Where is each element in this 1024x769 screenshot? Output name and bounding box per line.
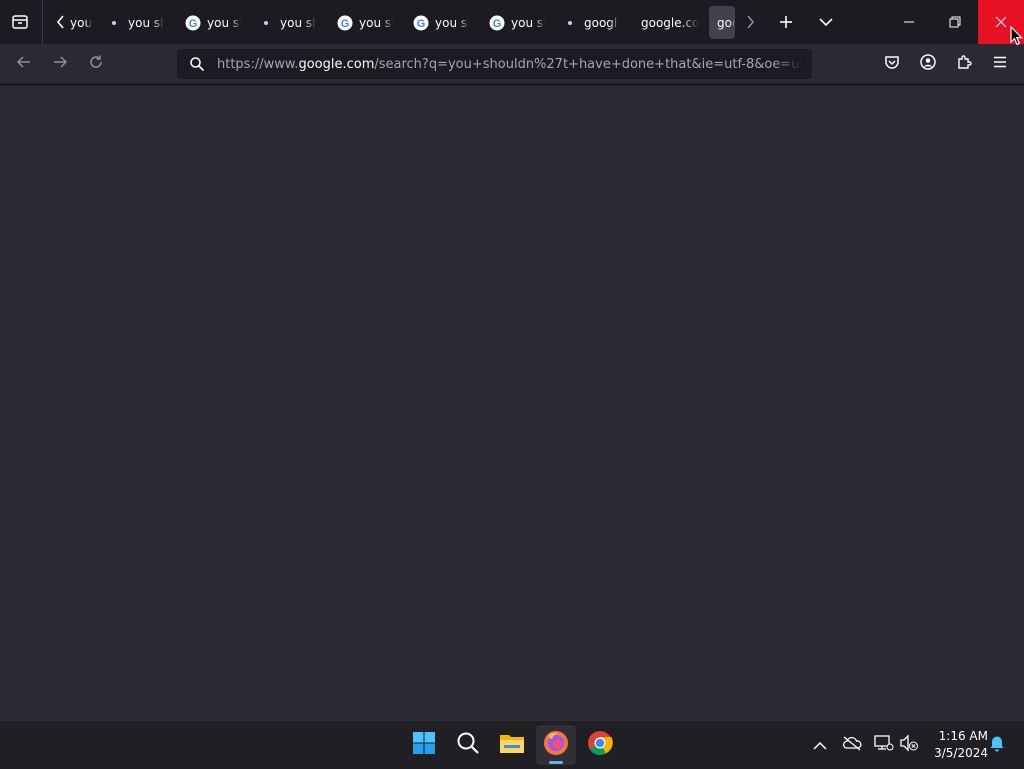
svg-text:G: G (493, 18, 502, 30)
tab-strip-divider (42, 0, 43, 44)
restore-button[interactable] (932, 0, 978, 44)
tab-you-sh-5[interactable]: G you sh (413, 6, 471, 39)
chevron-right-icon (744, 14, 756, 30)
chevron-left-icon (55, 14, 67, 30)
firefox-taskbar-button[interactable] (536, 725, 576, 765)
close-icon (995, 13, 1007, 32)
google-g-icon: G (337, 15, 353, 31)
page-content-area (0, 85, 1024, 720)
tab-label: you sh (511, 15, 545, 30)
network-button[interactable] (872, 733, 896, 757)
list-all-tabs-button[interactable] (810, 0, 842, 44)
minimize-button[interactable] (886, 0, 932, 44)
search-icon (456, 731, 480, 759)
forward-button[interactable] (44, 48, 76, 80)
active-app-indicator (549, 761, 563, 764)
google-g-icon: G (413, 15, 429, 31)
notifications-button[interactable] (985, 733, 1009, 757)
svg-text:G: G (189, 18, 198, 30)
account-button[interactable] (912, 48, 944, 80)
url-text[interactable]: https://www.google.com/search?q=you+shou… (217, 57, 802, 72)
chevron-up-icon (813, 736, 827, 755)
url-prefix: https://www. (217, 56, 299, 72)
plus-icon (779, 15, 793, 29)
url-domain: google.com (298, 56, 375, 72)
reload-icon (88, 54, 104, 74)
tab-label: google.co (641, 15, 699, 30)
chrome-icon (587, 730, 613, 760)
taskbar-search-button[interactable] (448, 725, 488, 765)
loading-dot-icon (258, 15, 274, 31)
mouse-cursor-icon (1010, 25, 1024, 50)
arrow-left-icon (16, 54, 32, 74)
clock-date: 3/5/2024 (934, 746, 988, 760)
tab-you-sh-1[interactable]: you sh (106, 6, 166, 39)
tab-label: you sh (70, 15, 92, 30)
google-g-icon: G (489, 15, 505, 31)
reload-button[interactable] (80, 48, 112, 80)
scroll-tabs-right-button[interactable] (738, 0, 762, 44)
hamburger-menu-icon (992, 54, 1008, 74)
tab-you-sh-6[interactable]: G you sh (489, 6, 547, 39)
firefox-view-button[interactable] (4, 0, 36, 44)
tab-you-sh-0[interactable]: you sh (70, 6, 92, 39)
firefox-view-icon (11, 13, 29, 31)
new-tab-button[interactable] (770, 0, 802, 44)
tab-you-sh-4[interactable]: G you sh (337, 6, 395, 39)
back-button[interactable] (8, 48, 40, 80)
menu-button[interactable] (984, 48, 1016, 80)
restore-icon (949, 13, 961, 32)
tab-you-sh-2[interactable]: G you sh (185, 6, 243, 39)
loading-dot-icon (562, 15, 578, 31)
google-g-icon: G (185, 15, 201, 31)
chevron-down-icon (819, 17, 833, 27)
folder-icon (499, 732, 525, 758)
account-icon (920, 54, 936, 74)
tab-strip: you sh you sh G you sh you sh G you sh G… (0, 0, 1024, 44)
address-bar[interactable]: https://www.google.com/search?q=you+shou… (177, 49, 812, 79)
tab-active[interactable]: goo (709, 6, 735, 39)
tab-label: you sh (435, 15, 469, 30)
bell-icon (989, 734, 1005, 756)
windows-logo-icon (412, 731, 436, 759)
onedrive-button[interactable] (840, 733, 864, 757)
firefox-icon (543, 730, 569, 760)
navigation-toolbar: https://www.google.com/search?q=you+shou… (0, 44, 1024, 85)
tab-googl-7[interactable]: googl (562, 6, 622, 39)
network-monitor-icon (874, 734, 894, 756)
svg-text:G: G (417, 18, 426, 30)
clock-time: 1:16 AM (938, 729, 988, 743)
extensions-button[interactable] (948, 48, 980, 80)
tab-you-sh-3[interactable]: you sh (258, 6, 318, 39)
file-explorer-button[interactable] (492, 725, 532, 765)
pocket-icon (884, 54, 900, 74)
show-hidden-icons-button[interactable] (808, 733, 832, 757)
tab-label: you sh (207, 15, 241, 30)
tab-label: you sh (280, 15, 316, 30)
windows-taskbar: 1:16 AM 3/5/2024 (0, 720, 1024, 769)
volume-muted-icon (899, 734, 919, 756)
tab-label: goo (717, 15, 735, 30)
pocket-button[interactable] (876, 48, 908, 80)
loading-dot-icon (106, 15, 122, 31)
start-button[interactable] (404, 725, 444, 765)
tab-label: googl (584, 15, 618, 30)
cloud-off-icon (842, 735, 862, 755)
search-icon (177, 56, 217, 72)
system-clock[interactable]: 1:16 AM 3/5/2024 (926, 728, 988, 762)
minimize-icon (903, 13, 915, 32)
tab-label: you sh (359, 15, 393, 30)
svg-text:G: G (341, 18, 350, 30)
tab-label: you sh (128, 15, 164, 30)
puzzle-icon (956, 54, 972, 74)
arrow-right-icon (52, 54, 68, 74)
tab-google-com-8[interactable]: google.co (641, 6, 699, 39)
volume-button[interactable] (897, 733, 921, 757)
url-path: /search?q=you+shouldn%27t+have+done+that… (374, 56, 802, 72)
chrome-taskbar-button[interactable] (580, 725, 620, 765)
